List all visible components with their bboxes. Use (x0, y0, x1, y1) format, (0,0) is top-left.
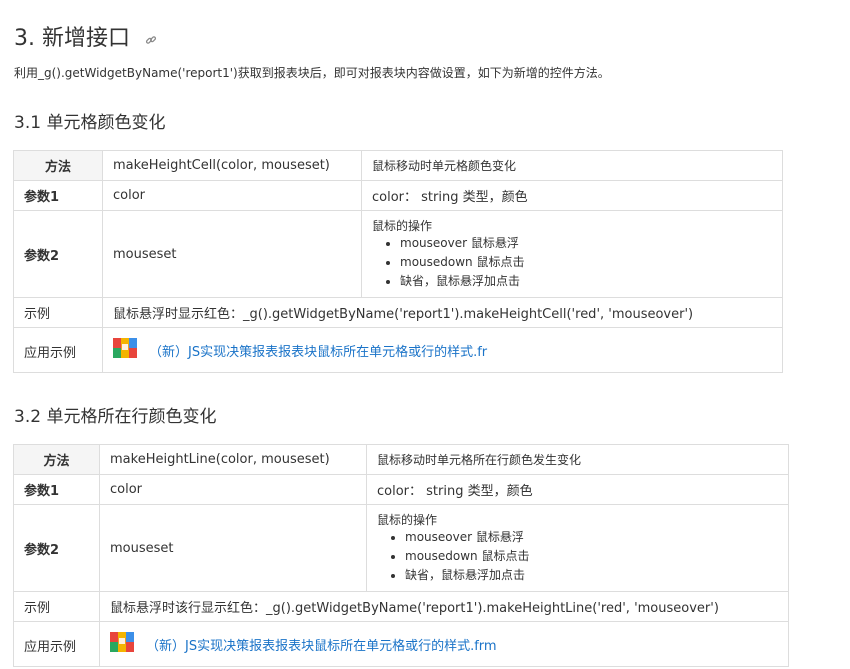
list-item: mousedown 鼠标点击 (405, 547, 778, 566)
method-desc: 鼠标移动时单元格所在行颜色发生变化 (366, 444, 789, 475)
api-table-row-color: 方法 makeHeightLine(color, mouseset) 鼠标移动时… (13, 444, 789, 667)
table-row-method: 方法 makeHeightCell(color, mouseset) 鼠标移动时… (13, 150, 783, 181)
link-icon[interactable] (145, 27, 157, 52)
app-example-label: 应用示例 (13, 621, 100, 667)
param2-desc-list: mouseover 鼠标悬浮 mousedown 鼠标点击 缺省，鼠标悬浮加点击 (372, 234, 772, 291)
param1-label: 参数1 (13, 474, 100, 505)
app-example-link[interactable]: （新）JS实现决策报表报表块鼠标所在单元格或行的样式.frm (110, 632, 497, 656)
intro-text: 利用_g().getWidgetByName('report1')获取到报表块后… (14, 66, 610, 80)
app-example-link[interactable]: （新）JS实现决策报表报表块鼠标所在单元格或行的样式.fr (113, 338, 487, 362)
method-label: 方法 (13, 444, 100, 475)
table-row-param1: 参数1 color color： string 类型，颜色 (13, 474, 789, 505)
app-example-cell: （新）JS实现决策报表报表块鼠标所在单元格或行的样式.frm (99, 621, 789, 667)
table-row-app-example: 应用示例 （ (13, 327, 783, 373)
list-item: mouseover 鼠标悬浮 (405, 528, 778, 547)
param1-desc: color： string 类型，颜色 (361, 180, 783, 211)
method-value: makeHeightCell(color, mouseset) (102, 150, 362, 181)
app-example-label: 应用示例 (13, 327, 103, 373)
param2-label: 参数2 (13, 210, 103, 298)
param2-value: mouseset (99, 504, 367, 592)
method-label: 方法 (13, 150, 103, 181)
table-row-param2: 参数2 mouseset 鼠标的操作 mouseover 鼠标悬浮 moused… (13, 504, 789, 592)
param1-desc: color： string 类型，颜色 (366, 474, 789, 505)
example-value: 鼠标悬浮时该行显示红色：_g().getWidgetByName('report… (99, 591, 789, 622)
example-label: 示例 (13, 591, 100, 622)
param2-desc: 鼠标的操作 mouseover 鼠标悬浮 mousedown 鼠标点击 缺省，鼠… (366, 504, 789, 592)
section-title-text: 3. 新增接口 (14, 26, 130, 51)
example-label: 示例 (13, 297, 103, 328)
param2-label: 参数2 (13, 504, 100, 592)
table-row-example: 示例 鼠标悬浮时该行显示红色：_g().getWidgetByName('rep… (13, 591, 789, 622)
param2-desc-title: 鼠标的操作 (372, 219, 433, 233)
param2-desc-list: mouseover 鼠标悬浮 mousedown 鼠标点击 缺省，鼠标悬浮加点击 (377, 528, 778, 585)
section-title: 3. 新增接口 (14, 20, 157, 52)
list-item: 缺省，鼠标悬浮加点击 (400, 272, 772, 291)
subsection-title-row-color: 3.2 单元格所在行颜色变化 (14, 407, 217, 427)
param2-desc-title: 鼠标的操作 (377, 513, 438, 527)
subsection-title-cell-color: 3.1 单元格颜色变化 (14, 113, 166, 133)
method-value: makeHeightLine(color, mouseset) (99, 444, 367, 475)
app-example-link-text: （新）JS实现决策报表报表块鼠标所在单元格或行的样式.frm (146, 638, 497, 654)
param1-label: 参数1 (13, 180, 103, 211)
app-example-link-text: （新）JS实现决策报表报表块鼠标所在单元格或行的样式.fr (149, 344, 488, 360)
page: 3. 新增接口 利用_g().getWidgetByName('report1'… (0, 0, 850, 669)
fine-report-file-icon (113, 338, 137, 362)
param1-value: color (102, 180, 362, 211)
table-row-app-example: 应用示例 （ (13, 621, 789, 667)
table-row-method: 方法 makeHeightLine(color, mouseset) 鼠标移动时… (13, 444, 789, 475)
list-item: 缺省，鼠标悬浮加点击 (405, 566, 778, 585)
table-row-param2: 参数2 mouseset 鼠标的操作 mouseover 鼠标悬浮 moused… (13, 210, 783, 298)
list-item: mouseover 鼠标悬浮 (400, 234, 772, 253)
list-item: mousedown 鼠标点击 (400, 253, 772, 272)
fine-report-file-icon (110, 632, 134, 656)
param1-value: color (99, 474, 367, 505)
app-example-cell: （新）JS实现决策报表报表块鼠标所在单元格或行的样式.fr (102, 327, 783, 373)
example-value: 鼠标悬浮时显示红色：_g().getWidgetByName('report1'… (102, 297, 783, 328)
param2-value: mouseset (102, 210, 362, 298)
table-row-param1: 参数1 color color： string 类型，颜色 (13, 180, 783, 211)
param2-desc: 鼠标的操作 mouseover 鼠标悬浮 mousedown 鼠标点击 缺省，鼠… (361, 210, 783, 298)
api-table-cell-color: 方法 makeHeightCell(color, mouseset) 鼠标移动时… (13, 150, 783, 373)
table-row-example: 示例 鼠标悬浮时显示红色：_g().getWidgetByName('repor… (13, 297, 783, 328)
method-desc: 鼠标移动时单元格颜色变化 (361, 150, 783, 181)
